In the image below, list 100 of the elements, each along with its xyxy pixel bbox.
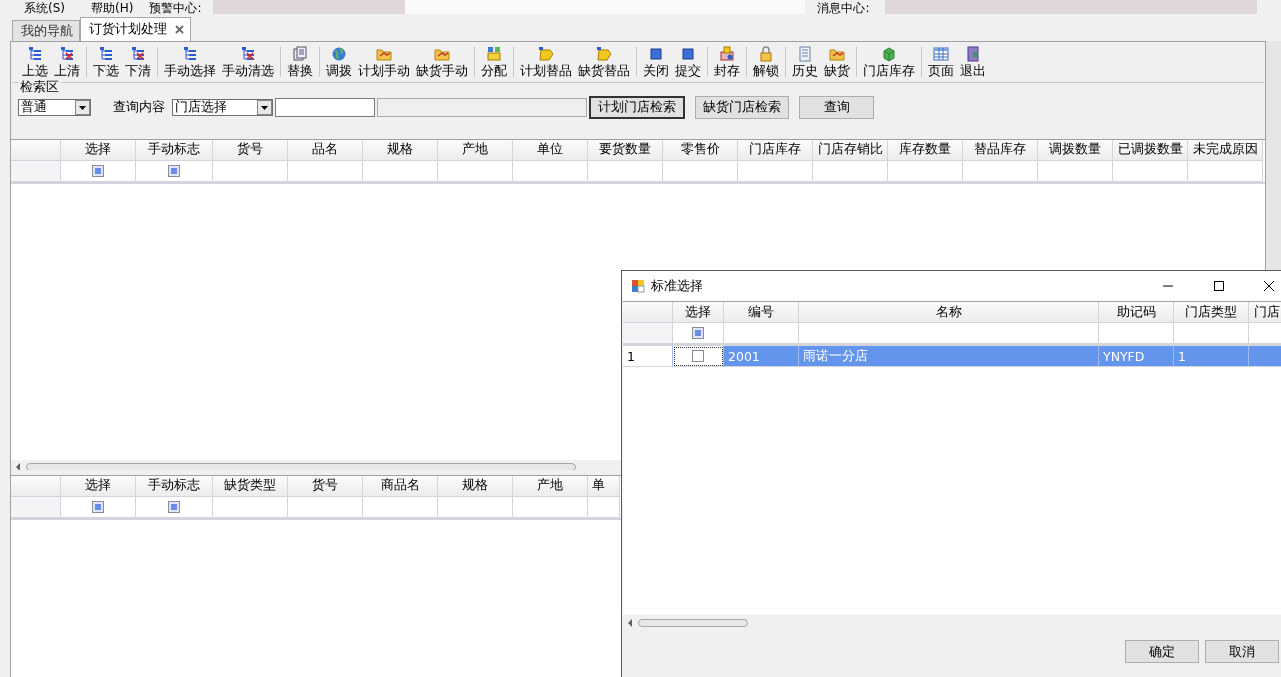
query-type-select[interactable]: 门店选择 bbox=[172, 99, 273, 117]
cube-icon bbox=[881, 46, 897, 63]
query-label: 查询内容 bbox=[113, 99, 165, 117]
toolbar-button[interactable]: 替换 bbox=[284, 45, 316, 80]
toolbar-button[interactable]: 历史 bbox=[789, 45, 821, 80]
list-remove-icon bbox=[59, 46, 75, 63]
alert-label: 预警中心: bbox=[149, 2, 202, 15]
toolbar-button[interactable]: 缺货手动 bbox=[413, 45, 471, 80]
search-button[interactable]: 查询 bbox=[799, 96, 874, 120]
input-field[interactable] bbox=[275, 98, 375, 118]
row-number: 1 bbox=[623, 346, 673, 367]
column-header[interactable]: 门店 bbox=[1249, 302, 1281, 323]
toolbar-button[interactable]: 计划手动 bbox=[355, 45, 413, 80]
toolbar-button[interactable]: 下选 bbox=[90, 45, 122, 80]
scrollbar-thumb[interactable] bbox=[638, 618, 748, 627]
checkbox[interactable] bbox=[692, 327, 704, 339]
toolbar-button[interactable]: 门店库存 bbox=[860, 45, 918, 80]
search-button[interactable]: 缺货门店检索 bbox=[695, 96, 789, 120]
column-header[interactable]: 名称 bbox=[799, 302, 1099, 323]
menu-item[interactable]: 系统(S) bbox=[24, 2, 65, 15]
column-header[interactable]: 品名 bbox=[288, 139, 363, 161]
column-header[interactable]: 编号 bbox=[724, 302, 799, 323]
column-header[interactable]: 单 bbox=[588, 475, 620, 497]
toolbar-button[interactable]: 计划替品 bbox=[517, 45, 575, 80]
toolbar-button[interactable]: 下清 bbox=[122, 45, 154, 80]
search-button[interactable]: 计划门店检索 bbox=[589, 96, 685, 120]
toolbar-button[interactable]: 关闭 bbox=[640, 45, 672, 80]
column-header[interactable]: 货号 bbox=[288, 475, 363, 497]
column-header[interactable]: 缺货类型 bbox=[213, 475, 288, 497]
folder-icon bbox=[376, 46, 392, 63]
window-title: 标准选择 bbox=[651, 277, 703, 295]
toolbar-button[interactable]: 手动选择 bbox=[161, 45, 219, 80]
scroll-left-icon[interactable] bbox=[627, 618, 633, 627]
toolbar-button[interactable]: 上清 bbox=[51, 45, 83, 80]
column-header[interactable]: 货号 bbox=[213, 139, 288, 161]
checkbox[interactable] bbox=[92, 500, 104, 513]
list-icon bbox=[98, 46, 114, 63]
column-header[interactable]: 单位 bbox=[513, 139, 588, 161]
column-header[interactable]: 手动标志 bbox=[136, 475, 213, 497]
column-header[interactable]: 选择 bbox=[61, 139, 136, 161]
scroll-left-icon[interactable] bbox=[15, 463, 21, 470]
dialog-button[interactable]: 确定 bbox=[1125, 640, 1199, 663]
column-header[interactable]: 选择 bbox=[61, 475, 136, 497]
toolbar-button[interactable]: 提交 bbox=[672, 45, 704, 80]
column-header[interactable]: 库存数量 bbox=[888, 139, 963, 161]
folder-icon bbox=[829, 46, 845, 63]
table-cell[interactable] bbox=[1249, 346, 1281, 367]
column-header[interactable]: 替品库存 bbox=[963, 139, 1038, 161]
list-remove-icon bbox=[240, 46, 256, 63]
maximize-icon[interactable] bbox=[1213, 280, 1225, 292]
message-label: 消息中心: bbox=[817, 2, 870, 15]
tab[interactable]: 订货计划处理 bbox=[80, 17, 191, 41]
toolbar-button[interactable]: 缺货替品 bbox=[575, 45, 633, 80]
toolbar-button[interactable]: 调拨 bbox=[323, 45, 355, 80]
column-header[interactable]: 规格 bbox=[438, 475, 513, 497]
close-icon[interactable] bbox=[1263, 280, 1275, 292]
checkbox[interactable] bbox=[92, 164, 104, 177]
toolbar-button[interactable]: 手动清选 bbox=[219, 45, 277, 80]
stamp-icon bbox=[719, 46, 735, 63]
column-header[interactable]: 助记码 bbox=[1099, 302, 1174, 323]
column-header[interactable]: 产地 bbox=[513, 475, 588, 497]
table-cell[interactable] bbox=[673, 346, 724, 367]
menu-item[interactable]: 帮助(H) bbox=[91, 2, 134, 15]
checkbox[interactable] bbox=[692, 350, 704, 362]
column-header[interactable]: 要货数量 bbox=[588, 139, 663, 161]
scrollbar-thumb[interactable] bbox=[26, 463, 576, 470]
column-header[interactable]: 门店类型 bbox=[1174, 302, 1249, 323]
toolbar-button[interactable]: 缺货 bbox=[821, 45, 853, 80]
column-header[interactable]: 选择 bbox=[673, 302, 724, 323]
toolbar-button[interactable]: 解锁 bbox=[750, 45, 782, 80]
tag-icon bbox=[538, 46, 554, 63]
tag-icon bbox=[596, 46, 612, 63]
column-header[interactable]: 手动标志 bbox=[136, 139, 213, 161]
tab[interactable]: 我的导航 bbox=[12, 20, 80, 41]
toolbar-button[interactable]: 分配 bbox=[478, 45, 510, 80]
column-header[interactable]: 商品名 bbox=[363, 475, 438, 497]
header-corner bbox=[11, 475, 61, 497]
checkbox[interactable] bbox=[168, 500, 180, 513]
toolbar-button[interactable]: 封存 bbox=[711, 45, 743, 80]
column-header[interactable]: 零售价 bbox=[663, 139, 738, 161]
column-header[interactable]: 未完成原因 bbox=[1188, 139, 1263, 161]
toolbar-button[interactable]: 页面 bbox=[925, 45, 957, 80]
list-remove-icon bbox=[130, 46, 146, 63]
lock-icon bbox=[758, 46, 774, 63]
checkbox[interactable] bbox=[168, 164, 180, 177]
list-icon bbox=[27, 46, 43, 63]
door-icon bbox=[965, 46, 981, 63]
toolbar-button[interactable]: 上选 bbox=[19, 45, 51, 80]
toolbar-button[interactable]: 退出 bbox=[957, 45, 989, 80]
column-header[interactable]: 规格 bbox=[363, 139, 438, 161]
column-header[interactable]: 门店存销比 bbox=[813, 139, 888, 161]
square-icon bbox=[680, 46, 696, 63]
dialog-button[interactable]: 取消 bbox=[1205, 640, 1279, 663]
column-header[interactable]: 产地 bbox=[438, 139, 513, 161]
folder-icon bbox=[434, 46, 450, 63]
column-header[interactable]: 门店库存 bbox=[738, 139, 813, 161]
column-header[interactable]: 调拨数量 bbox=[1038, 139, 1113, 161]
mode-select[interactable]: 普通 bbox=[18, 99, 91, 117]
doc-icon bbox=[797, 46, 813, 63]
column-header[interactable]: 已调拨数量 bbox=[1113, 139, 1188, 161]
